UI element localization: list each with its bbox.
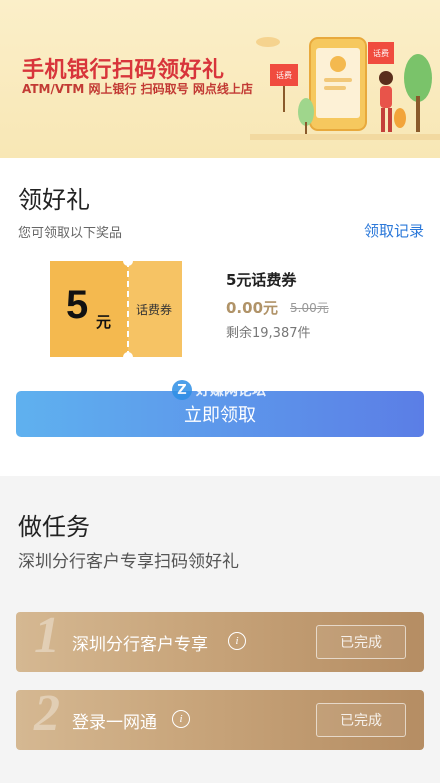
coupon-notch-bottom	[123, 352, 133, 362]
task-section-title: 做任务	[18, 513, 90, 541]
task-item[interactable]: 2 登录一网通 i 已完成	[16, 690, 424, 750]
banner-illustration: 话费 话费	[250, 37, 440, 140]
coupon-value-area	[50, 261, 128, 357]
coupon-divider	[127, 261, 129, 357]
banner-sign-left: 话费	[276, 70, 292, 80]
coupon-card: 5 元 话费券	[50, 256, 182, 362]
gift-section-title: 领好礼	[18, 186, 90, 214]
prize-stock: 剩余19,387件	[226, 326, 311, 341]
info-icon[interactable]: i	[172, 710, 190, 728]
watermark-logo-icon: Z	[172, 380, 192, 400]
task-number: 2	[34, 690, 60, 742]
prize-original-price: 5.00元	[290, 301, 329, 315]
task-completed-button[interactable]: 已完成	[316, 703, 406, 737]
coupon-notch-top	[123, 256, 133, 266]
coupon-type: 话费券	[136, 303, 173, 317]
claim-record-link[interactable]: 领取记录	[364, 220, 424, 241]
promo-banner[interactable]: 手机银行扫码领好礼 ATM/VTM 网上银行 扫码取号 网点线上店 话费 话费	[0, 0, 440, 158]
banner-sign-right: 话费	[373, 48, 389, 58]
gift-section-subtitle: 您可领取以下奖品	[18, 226, 123, 241]
gift-panel: 领好礼 您可领取以下奖品 领取记录 5 元 话费券 5元话费券 0.00元 5.…	[0, 158, 440, 476]
task-number: 1	[34, 612, 60, 664]
prize-name: 5元话费券	[226, 271, 297, 289]
prize-price: 0.00元	[226, 299, 279, 317]
task-section-subtitle: 深圳分行客户专享扫码领好礼	[18, 552, 239, 572]
forum-watermark: Z 好赚网论坛	[172, 380, 266, 400]
coupon-amount: 5	[66, 283, 89, 327]
page: 手机银行扫码领好礼 ATM/VTM 网上银行 扫码取号 网点线上店 话费 话费	[0, 0, 440, 783]
task-completed-button[interactable]: 已完成	[316, 625, 406, 659]
task-item[interactable]: 1 深圳分行客户专享 i 已完成	[16, 612, 424, 672]
watermark-text: 好赚网论坛	[196, 383, 266, 399]
task-label: 深圳分行客户专享	[72, 635, 208, 655]
task-label: 登录一网通	[72, 713, 157, 733]
banner-subtitle: ATM/VTM 网上银行 扫码取号 网点线上店	[22, 82, 253, 96]
info-icon[interactable]: i	[228, 632, 246, 650]
coupon-unit: 元	[96, 313, 112, 331]
